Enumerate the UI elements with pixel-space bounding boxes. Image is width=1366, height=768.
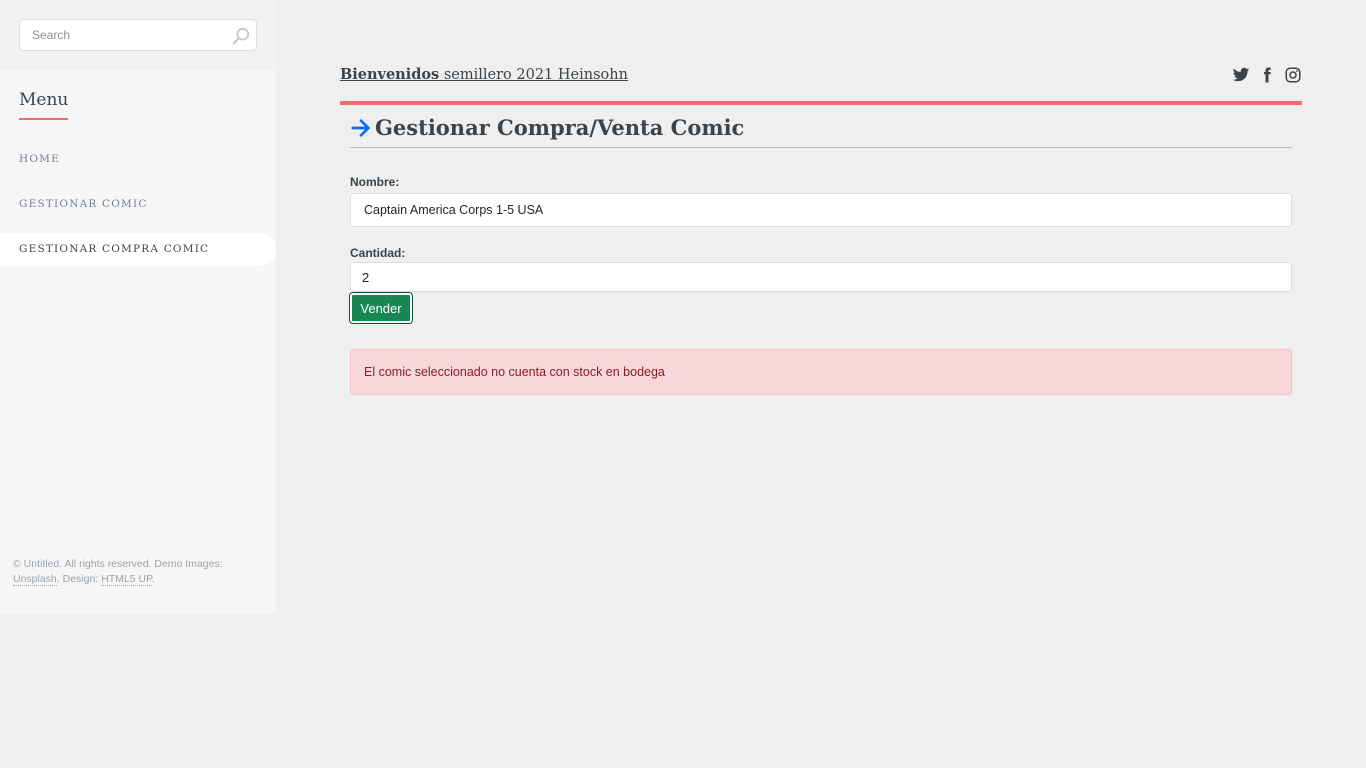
menu-title: Menu xyxy=(19,90,69,120)
stock-alert: El comic seleccionado no cuenta con stoc… xyxy=(350,349,1292,395)
menu-header: Menu xyxy=(0,70,276,120)
sale-form: Nombre: Cantidad: Vender xyxy=(349,175,1292,324)
footer-suffix: . xyxy=(151,573,155,585)
arrow-right-icon xyxy=(351,118,370,137)
header: Bienvenidos semillero 2021 Heinsohn xyxy=(340,60,1302,105)
sidebar-item-gestionar-compra-comic[interactable]: GESTIONAR COMPRA COMIC xyxy=(0,233,276,266)
header-title-bold: Bienvenidos xyxy=(340,66,440,83)
sidebar: Menu HOME GESTIONAR COMIC GESTIONAR COMP… xyxy=(0,0,276,614)
header-title-rest: semillero 2021 Heinsohn xyxy=(439,67,628,83)
page-title-row: Gestionar Compra/Venta Comic xyxy=(350,115,1292,147)
nombre-field[interactable] xyxy=(350,193,1292,227)
sidebar-item-gestionar-comic[interactable]: GESTIONAR COMIC xyxy=(0,188,276,221)
instagram-icon[interactable] xyxy=(1284,66,1302,84)
sidebar-menu: Menu HOME GESTIONAR COMIC GESTIONAR COMP… xyxy=(0,70,276,266)
unsplash-link[interactable]: Unsplash xyxy=(13,573,57,586)
search-section xyxy=(0,0,276,70)
page-title: Gestionar Compra/Venta Comic xyxy=(375,115,745,140)
title-divider xyxy=(350,147,1292,148)
search-box xyxy=(19,19,257,51)
copyright-text: © Untitled. All rights reserved. Demo Im… xyxy=(13,558,223,570)
twitter-icon[interactable] xyxy=(1232,66,1250,84)
vender-button[interactable]: Vender xyxy=(349,292,413,324)
search-icon[interactable] xyxy=(232,27,250,45)
search-input[interactable] xyxy=(20,20,256,50)
nombre-label: Nombre: xyxy=(350,175,400,189)
sidebar-item-home[interactable]: HOME xyxy=(0,143,276,176)
design-text: . Design: xyxy=(56,573,102,585)
cantidad-label: Cantidad: xyxy=(350,246,406,260)
menu-list: HOME GESTIONAR COMIC GESTIONAR COMPRA CO… xyxy=(0,143,276,266)
main-content: Gestionar Compra/Venta Comic Nombre: Can… xyxy=(349,115,1292,395)
sidebar-footer: © Untitled. All rights reserved. Demo Im… xyxy=(13,557,263,587)
facebook-icon[interactable] xyxy=(1258,66,1276,84)
html5up-link[interactable]: HTML5 UP xyxy=(101,573,152,586)
social-icons xyxy=(1232,66,1302,84)
cantidad-field[interactable] xyxy=(350,262,1292,292)
header-title-link[interactable]: Bienvenidos semillero 2021 Heinsohn xyxy=(340,66,628,83)
